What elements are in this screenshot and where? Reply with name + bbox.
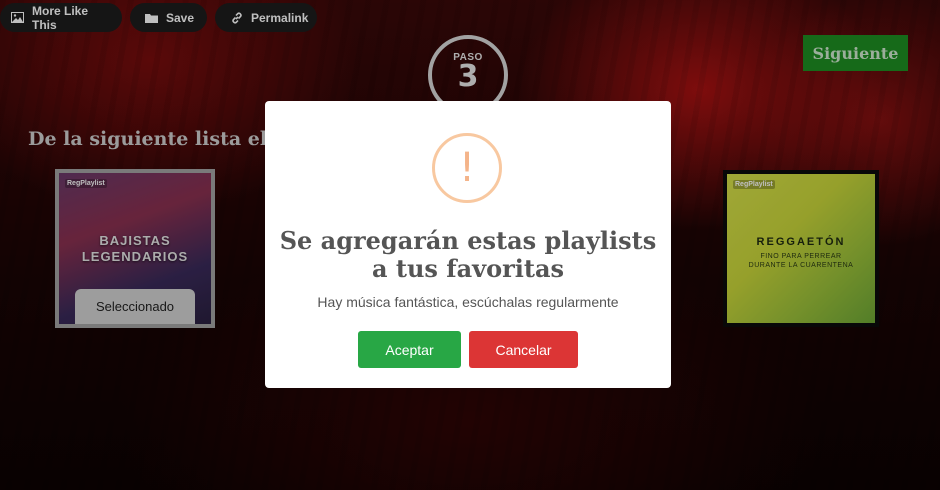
dialog-message: Hay música fantástica, escúchalas regula…: [317, 294, 619, 310]
cancel-button[interactable]: Cancelar: [469, 331, 578, 368]
accept-button[interactable]: Aceptar: [358, 331, 461, 368]
dialog-title: Se agregarán estas playlists a tus favor…: [279, 226, 657, 283]
warning-icon: !: [432, 133, 502, 203]
confirm-dialog: ! Se agregarán estas playlists a tus fav…: [265, 101, 671, 388]
